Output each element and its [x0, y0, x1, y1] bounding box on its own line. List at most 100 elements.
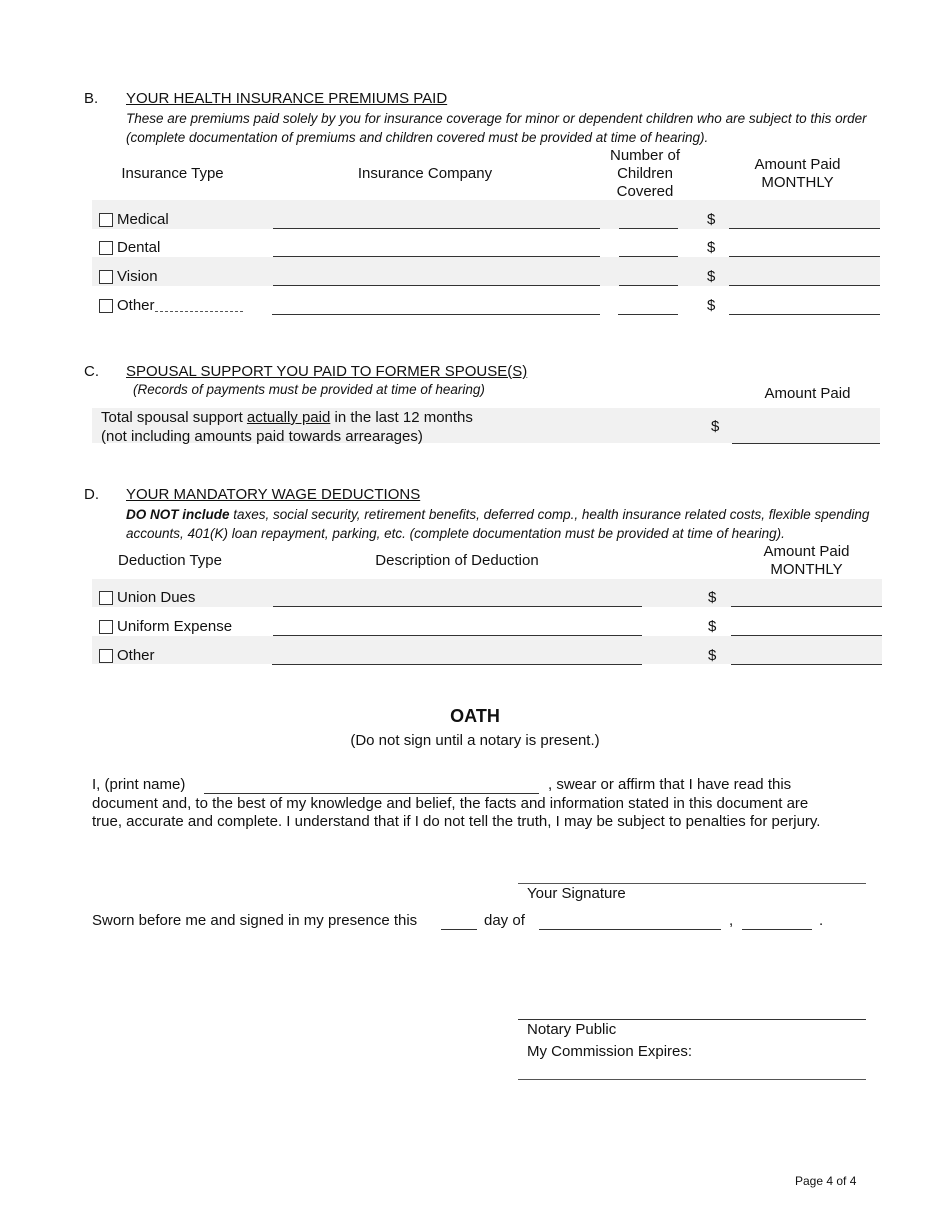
emphasis-actually-paid: actually paid — [246, 409, 331, 426]
checkbox-medical[interactable] — [99, 212, 113, 227]
amount-field[interactable] — [729, 314, 880, 315]
deduction-type-other[interactable]: Other — [99, 647, 155, 664]
insurance-company-field[interactable] — [272, 314, 600, 315]
col-amount-monthly: Amount Paid MONTHLY — [735, 156, 860, 192]
children-covered-field[interactable] — [618, 314, 678, 315]
do-not-include-emphasis: DO NOT include — [126, 507, 230, 522]
section-b-title: YOUR HEALTH INSURANCE PREMIUMS PAID — [126, 90, 448, 107]
section-c-letter: C. — [84, 363, 99, 380]
insurance-company-field[interactable] — [273, 256, 600, 257]
sworn-text: Sworn before me and signed in my presenc… — [92, 912, 418, 929]
label-uniform-expense: Uniform Expense — [117, 618, 233, 635]
dollar-sign: $ — [708, 589, 717, 606]
children-covered-field[interactable] — [619, 256, 678, 257]
dollar-sign: $ — [707, 239, 716, 256]
children-covered-field[interactable] — [619, 285, 678, 286]
insurance-company-field[interactable] — [273, 285, 600, 286]
col-amount-line1: Amount Paid — [763, 543, 850, 560]
text: in the last 12 months — [330, 409, 473, 426]
checkbox-dental[interactable] — [99, 240, 113, 255]
col-children-line3: Covered — [616, 183, 674, 200]
section-c-note: (Records of payments must be provided at… — [133, 382, 485, 397]
oath-line1-rest: , swear or affirm that I have read this — [548, 776, 792, 793]
amount-field[interactable] — [729, 256, 880, 257]
col-deduction-description: Description of Deduction — [375, 552, 539, 569]
dollar-sign: $ — [707, 268, 716, 285]
row-band — [92, 200, 880, 229]
sworn-month-field[interactable] — [539, 929, 721, 930]
deduction-description-field[interactable] — [273, 635, 642, 636]
row-band — [92, 257, 880, 286]
section-d-title: YOUR MANDATORY WAGE DEDUCTIONS — [126, 486, 421, 503]
print-name-label: I, (print name) — [92, 776, 186, 793]
col-amount-line2: MONTHLY — [770, 561, 843, 578]
col-amount-paid: Amount Paid — [764, 385, 851, 402]
period: . — [819, 912, 824, 929]
deduction-description-field[interactable] — [273, 606, 642, 607]
oath-statement: I, (print name) , swear or affirm that I… — [92, 776, 872, 832]
notary-signature-field[interactable] — [518, 1019, 866, 1020]
dollar-sign: $ — [711, 418, 720, 435]
commission-expires-label: My Commission Expires: — [527, 1043, 693, 1060]
label-deduction-other: Other — [117, 647, 155, 664]
insurance-type-vision[interactable]: Vision — [99, 268, 158, 285]
insurance-type-dental[interactable]: Dental — [99, 239, 160, 256]
section-c-title: SPOUSAL SUPPORT YOU PAID TO FORMER SPOUS… — [126, 363, 528, 380]
checkbox-vision[interactable] — [99, 269, 113, 284]
children-covered-field[interactable] — [619, 228, 678, 229]
deduction-description-field[interactable] — [272, 664, 642, 665]
col-children-line2: Children — [617, 165, 673, 182]
notary-public-label: Notary Public — [527, 1021, 617, 1038]
spousal-amount-field[interactable] — [732, 443, 880, 444]
page-number: Page 4 of 4 — [795, 1174, 857, 1188]
dollar-sign: $ — [707, 211, 716, 228]
amount-field[interactable] — [729, 228, 880, 229]
checkbox-uniform-expense[interactable] — [99, 619, 113, 634]
deduction-type-union-dues[interactable]: Union Dues — [99, 589, 195, 606]
insurance-type-medical[interactable]: Medical — [99, 211, 169, 228]
signature-label: Your Signature — [527, 885, 626, 902]
section-d-letter: D. — [84, 486, 99, 503]
oath-title: OATH — [450, 706, 500, 726]
dollar-sign: $ — [707, 297, 716, 314]
signature-field[interactable] — [518, 883, 866, 884]
oath-line1: I, (print name) , swear or affirm that I… — [92, 776, 872, 795]
col-amount-line2: MONTHLY — [761, 174, 834, 191]
insurance-company-field[interactable] — [273, 228, 600, 229]
amount-field[interactable] — [729, 285, 880, 286]
text: Total spousal support — [101, 409, 247, 426]
dollar-sign: $ — [708, 647, 717, 664]
label-union-dues: Union Dues — [117, 589, 196, 606]
insurance-type-other[interactable]: Other — [99, 297, 243, 314]
deduction-amount-field[interactable] — [731, 664, 882, 665]
deduction-amount-field[interactable] — [731, 606, 882, 607]
other-specify-field[interactable] — [154, 299, 243, 312]
deduction-type-uniform-expense[interactable]: Uniform Expense — [99, 618, 232, 635]
row-band — [92, 636, 882, 664]
spousal-support-description: Total spousal support actually paid in t… — [101, 409, 473, 446]
oath-line2: document and, to the best of my knowledg… — [92, 794, 809, 812]
day-of-label: day of — [484, 912, 525, 929]
label-vision: Vision — [117, 268, 158, 285]
commission-expires-field[interactable] — [518, 1079, 866, 1080]
label-medical: Medical — [117, 211, 169, 228]
spousal-support-line1: Total spousal support actually paid in t… — [101, 409, 473, 428]
section-d-note: DO NOT include taxes, social security, r… — [126, 505, 886, 543]
note-text: taxes, social security, retirement benef… — [126, 507, 870, 541]
checkbox-other[interactable] — [99, 298, 113, 313]
section-b-note: These are premiums paid solely by you fo… — [126, 111, 867, 145]
print-name-field[interactable] — [204, 793, 539, 794]
dollar-sign: $ — [708, 618, 717, 635]
col-deduction-type: Deduction Type — [118, 552, 222, 569]
checkbox-union-dues[interactable] — [99, 590, 113, 605]
section-b-letter: B. — [84, 90, 99, 107]
sworn-year-field[interactable] — [742, 929, 812, 930]
checkbox-deduction-other[interactable] — [99, 648, 113, 663]
row-band — [92, 579, 882, 607]
sworn-day-field[interactable] — [441, 929, 477, 930]
deduction-amount-field[interactable] — [731, 635, 882, 636]
comma: , — [729, 912, 734, 929]
spousal-support-line2: (not including amounts paid towards arre… — [101, 427, 423, 445]
oath-line3: true, accurate and complete. I understan… — [92, 813, 821, 830]
col-insurance-company: Insurance Company — [357, 165, 493, 182]
